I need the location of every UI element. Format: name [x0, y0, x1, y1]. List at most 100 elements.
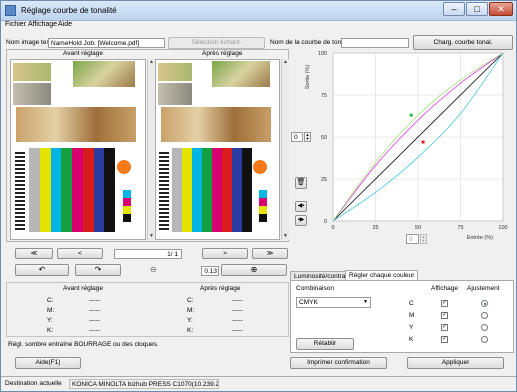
delete-point-button[interactable]: 🗑: [295, 177, 307, 189]
scroll-down-icon[interactable]: ▼: [282, 233, 289, 240]
input-spinner-icon[interactable]: ▲ ▼: [420, 234, 427, 244]
x-tick-label: 0: [331, 225, 334, 231]
menu-view[interactable]: Affichage: [28, 21, 57, 28]
adjust-c-radio[interactable]: [481, 300, 488, 307]
before-preview-image[interactable]: [10, 59, 146, 240]
tone-curve-area: 100 75 50 25 0 0 25 50 75 100 Sortie (%) Entrée (%): [291, 49, 513, 262]
x-tick-label: 25: [372, 225, 378, 231]
display-y-checkbox[interactable]: ✓: [441, 324, 448, 331]
display-m-checkbox[interactable]: ✓: [441, 312, 448, 319]
trash-icon: 🗑: [296, 179, 306, 186]
preview-panel: Avant réglage Après réglage ▲ ▼ ▲ ▼: [6, 49, 289, 242]
page-indicator[interactable]: 1/ 1: [114, 249, 182, 259]
adjust-k-radio[interactable]: [481, 336, 488, 343]
x-tick-label: 50: [415, 225, 421, 231]
window-title: Réglage courbe de tonalité: [21, 6, 117, 15]
zoom-out-icon[interactable]: ⊖: [150, 265, 157, 274]
density-row-m-label-after: M:: [187, 307, 195, 314]
combination-select[interactable]: CMYK ▼: [296, 297, 371, 308]
density-before-c: -----: [89, 297, 100, 304]
rotate-left-icon: ↶: [38, 265, 46, 274]
arrow-right-point-icon: ▪▶: [297, 217, 305, 223]
y-tick-label: 75: [321, 93, 327, 99]
status-label: Destination actuelle: [5, 380, 62, 387]
density-before-y: -----: [89, 317, 100, 324]
next-point-button[interactable]: ▪▶: [295, 215, 307, 226]
image-test-value: Hold Job: [Welcome.pdf]: [68, 40, 140, 47]
minimize-button[interactable]: ‒: [443, 2, 465, 16]
density-after-k: -----: [232, 327, 243, 334]
curve-control-point-1: [421, 140, 425, 144]
prev-page-button[interactable]: <: [57, 248, 103, 259]
x-tick-label: 75: [457, 225, 463, 231]
output-spinner-icon[interactable]: ▲ ▼: [304, 132, 311, 142]
rotate-left-button[interactable]: ↶: [15, 264, 69, 276]
help-button[interactable]: Aide(F1): [15, 357, 81, 369]
display-header: Affichage: [431, 285, 458, 292]
y-tick-label: 100: [318, 51, 327, 57]
density-before-title: Avant réglage: [63, 285, 103, 292]
combination-value: CMYK: [299, 299, 318, 306]
display-k-checkbox[interactable]: ✓: [441, 336, 448, 343]
menu-bar: Fichier Affichage Aide: [1, 21, 516, 32]
status-bar: Destination actuelle KONICA MINOLTA bizh…: [1, 376, 516, 391]
density-before-k: -----: [89, 327, 100, 334]
density-row-y-label-after: Y:: [187, 317, 193, 324]
output-spin-value[interactable]: 0: [291, 132, 303, 142]
x-axis-label: Entrée (%): [467, 235, 493, 241]
print-confirmation-button[interactable]: Imprimer confirmation: [290, 357, 387, 369]
after-scrollbar[interactable]: ▲ ▼: [281, 59, 289, 240]
before-scrollbar[interactable]: ▲ ▼: [147, 59, 155, 240]
arrow-left-point-icon: ◀▪: [297, 203, 305, 209]
y-axis-label: Sortie (%): [305, 65, 311, 90]
chevron-down-icon: ▼: [363, 299, 368, 305]
main-window: Réglage courbe de tonalité ‒ □ ✕ Fichier…: [0, 0, 517, 392]
after-preview-image[interactable]: [155, 59, 280, 240]
last-page-button[interactable]: ≫: [252, 248, 288, 259]
channel-c-label: C: [409, 300, 414, 307]
close-button[interactable]: ✕: [489, 2, 513, 16]
curve-name-field[interactable]: [341, 38, 409, 48]
tone-curve-graph[interactable]: 100 75 50 25 0 0 25 50 75 100 Sortie (%) Entrée (%): [291, 49, 513, 262]
zoom-value[interactable]: 0.13: [201, 266, 219, 276]
menu-file[interactable]: Fichier: [5, 21, 26, 28]
reset-button[interactable]: Rétablir: [296, 338, 354, 350]
warning-note: Régl. sombre entraîne BOURRAGE ou des cl…: [8, 341, 159, 348]
first-page-button[interactable]: ≪: [15, 248, 53, 259]
density-after-m: -----: [232, 307, 243, 314]
apply-button[interactable]: Appliquer: [407, 357, 504, 369]
scroll-up-icon[interactable]: ▲: [148, 59, 155, 66]
density-row-c-label-after: C:: [187, 297, 194, 304]
image-test-field[interactable]: NameHold Job: [Welcome.pdf]: [48, 38, 165, 48]
density-row-k-label: K:: [47, 327, 54, 334]
y-tick-label: 25: [321, 177, 327, 183]
density-row-m-label: M:: [47, 307, 55, 314]
scroll-down-icon[interactable]: ▼: [148, 233, 155, 240]
density-row-k-label-after: K:: [187, 327, 194, 334]
next-page-button[interactable]: >: [202, 248, 248, 259]
menu-help[interactable]: Aide: [58, 21, 72, 28]
prev-point-button[interactable]: ◀▪: [295, 201, 307, 212]
app-icon: [5, 5, 16, 16]
channel-m-label: M: [409, 312, 415, 319]
title-bar: Réglage courbe de tonalité ‒ □ ✕: [1, 1, 516, 21]
density-row-c-label: C:: [47, 297, 54, 304]
after-label: Après réglage: [202, 50, 243, 57]
rotate-right-button[interactable]: ↷: [75, 264, 121, 276]
density-row-y-label: Y:: [47, 317, 53, 324]
select-sample-button[interactable]: Sélection échant.: [168, 37, 265, 49]
display-c-checkbox[interactable]: ✓: [441, 300, 448, 307]
combination-label: Combinaison: [296, 285, 334, 292]
maximize-button[interactable]: □: [466, 2, 488, 16]
scroll-up-icon[interactable]: ▲: [282, 59, 289, 66]
load-curve-button[interactable]: Charg. courbe tonal.: [413, 35, 513, 50]
input-spin-value[interactable]: 0: [406, 234, 419, 244]
adjust-y-radio[interactable]: [481, 324, 488, 331]
x-tick-label: 100: [498, 225, 507, 231]
adjust-panel: Combinaison Affichage Ajustement CMYK ▼ C…: [290, 280, 514, 353]
adjust-m-radio[interactable]: [481, 312, 488, 319]
zoom-in-button[interactable]: ⊕: [221, 264, 287, 276]
status-value: KONICA MINOLTA bizhub PRESS C1070(10.239…: [69, 379, 219, 389]
y-tick-label: 50: [321, 135, 327, 141]
density-after-y: -----: [232, 317, 243, 324]
